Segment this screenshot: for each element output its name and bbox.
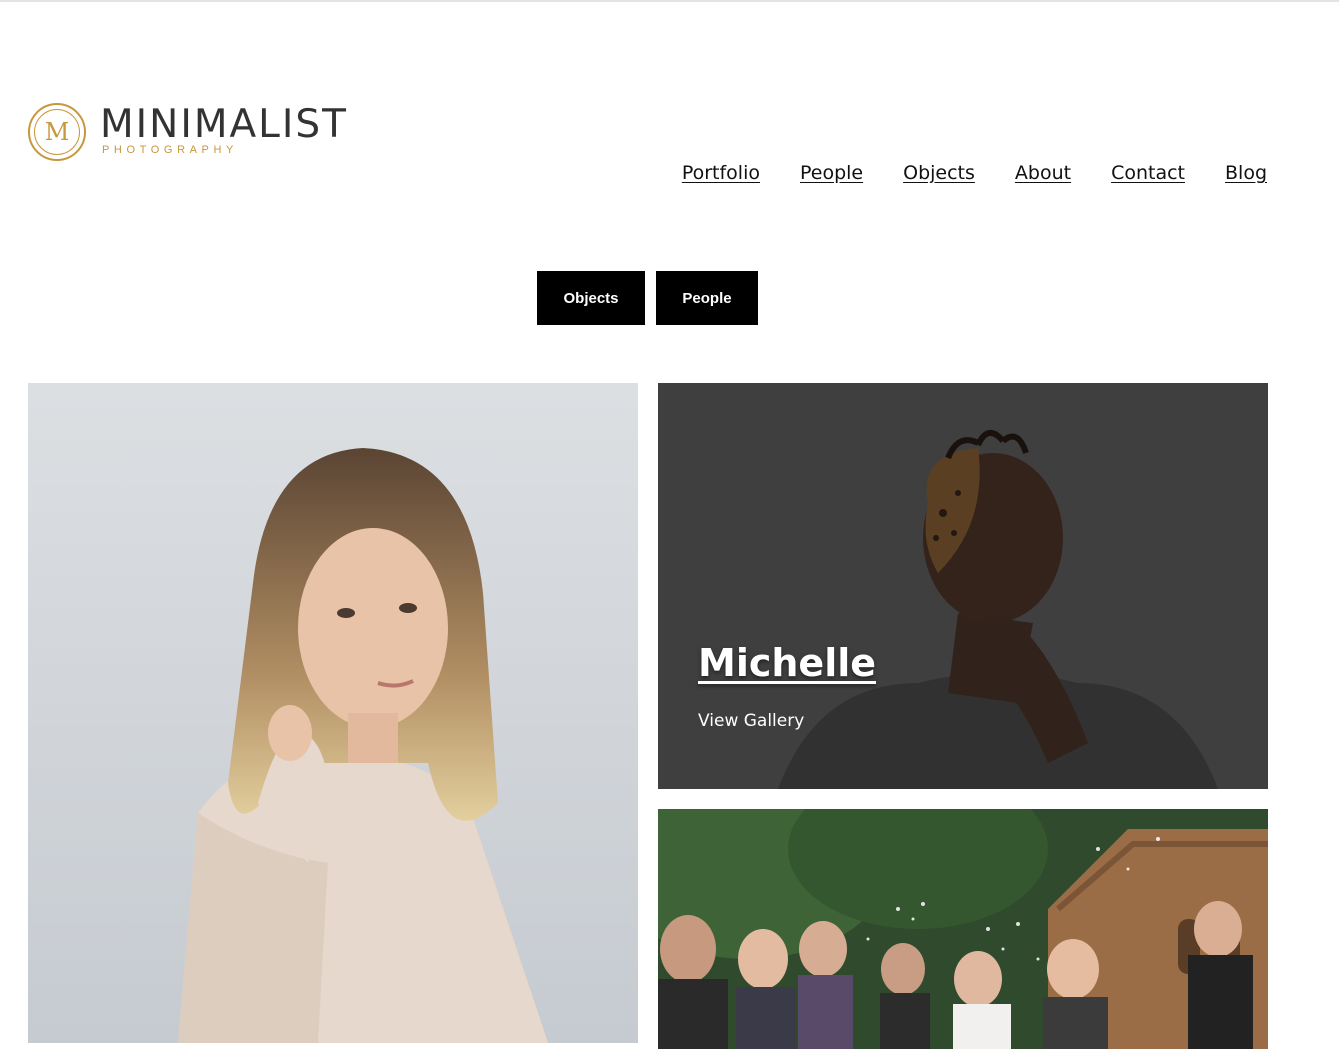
filter-objects-button[interactable]: Objects xyxy=(537,271,645,325)
nav-objects[interactable]: Objects xyxy=(903,162,975,184)
site-logo[interactable]: M MINIMALIST PHOTOGRAPHY xyxy=(28,103,348,165)
logo-emblem: M xyxy=(28,103,86,161)
gallery-tile-wedding[interactable] xyxy=(658,809,1268,1049)
main-nav: Portfolio People Objects About Contact B… xyxy=(682,162,1267,184)
logo-tagline: PHOTOGRAPHY xyxy=(102,144,238,156)
filter-people-button[interactable]: People xyxy=(656,271,758,325)
nav-people[interactable]: People xyxy=(800,162,863,184)
logo-wordmark: MINIMALIST xyxy=(100,102,348,147)
top-border xyxy=(0,0,1339,2)
gallery-tile-portrait[interactable] xyxy=(28,383,638,1043)
gallery-tile-michelle[interactable]: Michelle View Gallery xyxy=(658,383,1268,789)
wedding-photo xyxy=(658,809,1268,1049)
nav-about[interactable]: About xyxy=(1015,162,1071,184)
view-gallery-link[interactable]: View Gallery xyxy=(698,711,804,731)
portrait-photo xyxy=(28,383,638,1043)
nav-blog[interactable]: Blog xyxy=(1225,162,1267,184)
logo-letter: M xyxy=(34,109,80,155)
nav-portfolio[interactable]: Portfolio xyxy=(682,162,760,184)
category-filters: Objects People xyxy=(537,271,758,325)
gallery-title-michelle[interactable]: Michelle xyxy=(698,641,876,685)
nav-contact[interactable]: Contact xyxy=(1111,162,1185,184)
